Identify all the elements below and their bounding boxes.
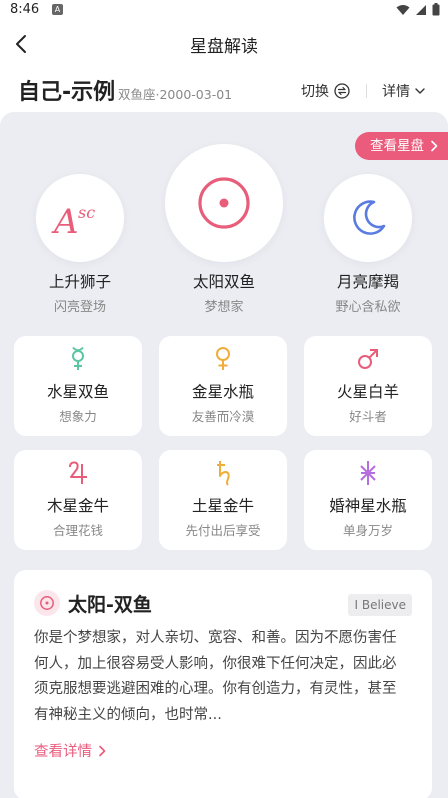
main-area: 查看星盘 A sc 上升狮子 闪亮登场 太阳双鱼 梦想家 月亮摩羯 野心含私欲 … — [0, 112, 448, 798]
battery-icon — [432, 3, 440, 16]
status-time: 8:46 — [10, 2, 40, 17]
detail-label: 详情 — [382, 84, 410, 100]
saturn-icon — [159, 460, 287, 486]
planet-card-jupiter[interactable]: 木星金牛 合理花钱 — [14, 450, 142, 550]
planet-card-saturn[interactable]: 土星金牛 先付出后享受 — [159, 450, 287, 550]
mars-icon — [304, 346, 432, 372]
sun-icon — [34, 590, 60, 616]
profile-meta: 双鱼座·2000-03-01 — [118, 87, 233, 102]
reading-text: 你是个梦想家，对人亲切、宽容、和善。因为不愿伤害任何人，加上很容易受人影响，你很… — [34, 630, 397, 723]
planet-name: 婚神星水瓶 — [329, 497, 407, 515]
ascendant-desc: 闪亮登场 — [53, 300, 106, 315]
wifi-icon — [396, 4, 410, 15]
sun-desc: 梦想家 — [204, 300, 244, 315]
chevron-down-icon — [415, 88, 425, 94]
ascendant-item[interactable]: A sc 上升狮子 闪亮登场 — [30, 174, 130, 315]
divider — [366, 84, 367, 98]
planet-card-mercury[interactable]: 水星双鱼 想象力 — [14, 336, 142, 436]
nav-bar: 星盘解读 — [0, 20, 448, 68]
planet-card-juno[interactable]: 婚神星水瓶 单身万岁 — [304, 450, 432, 550]
venus-icon — [159, 346, 287, 372]
see-more-label: 查看详情 — [34, 744, 92, 760]
switch-label: 切换 — [301, 84, 329, 100]
svg-text:sc: sc — [78, 203, 95, 222]
swap-icon — [334, 83, 350, 99]
planet-desc: 好斗者 — [349, 409, 387, 424]
status-bar: 8:46 A — [0, 0, 448, 20]
view-chart-button[interactable]: 查看星盘 — [355, 132, 448, 160]
signal-icon — [416, 4, 426, 15]
mercury-icon — [14, 346, 142, 372]
moon-name: 月亮摩羯 — [336, 273, 399, 291]
ascendant-circle: A sc — [36, 174, 124, 262]
planet-name: 火星白羊 — [336, 383, 399, 401]
chevron-right-icon — [99, 745, 106, 756]
planet-desc: 合理花钱 — [52, 523, 103, 538]
moon-item[interactable]: 月亮摩羯 野心含私欲 — [318, 174, 418, 315]
planet-name: 土星金牛 — [191, 497, 254, 515]
planet-desc: 先付出后享受 — [185, 523, 261, 538]
planet-name: 金星水瓶 — [191, 383, 254, 401]
juno-icon — [304, 460, 432, 486]
moon-icon — [353, 200, 386, 235]
page-title: 星盘解读 — [190, 37, 258, 57]
planet-desc: 友善而冷漠 — [191, 409, 255, 424]
sun-icon — [198, 177, 250, 229]
reading-title: 太阳-双鱼 — [68, 594, 152, 616]
profile-row: 自己-示例 双鱼座·2000-03-01 切换 详情 — [0, 68, 448, 112]
see-more-link[interactable]: 查看详情 — [34, 740, 106, 761]
moon-desc: 野心含私欲 — [335, 300, 401, 315]
planet-name: 木星金牛 — [46, 497, 109, 515]
believe-badge[interactable]: I Believe — [348, 594, 412, 616]
planet-card-venus[interactable]: 金星水瓶 友善而冷漠 — [159, 336, 287, 436]
notification-icon: A — [52, 4, 63, 15]
planet-desc: 想象力 — [59, 409, 97, 424]
detail-dropdown[interactable]: 详情 — [382, 81, 426, 101]
planet-name: 水星双鱼 — [46, 383, 109, 401]
switch-profile-button[interactable]: 切换 — [301, 81, 350, 101]
sun-item[interactable]: 太阳双鱼 梦想家 — [164, 144, 284, 315]
view-chart-label: 查看星盘 — [370, 138, 424, 154]
profile-name: 自己-示例 — [18, 80, 116, 105]
planet-card-mars[interactable]: 火星白羊 好斗者 — [304, 336, 432, 436]
chevron-right-icon — [431, 140, 438, 152]
ascendant-name: 上升狮子 — [48, 273, 111, 291]
sun-circle — [165, 144, 283, 262]
svg-text:A: A — [51, 202, 79, 240]
status-icons — [396, 3, 440, 16]
moon-circle — [324, 174, 412, 262]
planet-desc: 单身万岁 — [342, 523, 393, 538]
jupiter-icon — [14, 460, 142, 486]
ascendant-icon: A sc — [51, 202, 95, 240]
reading-card: 太阳-双鱼 I Believe 你是个梦想家，对人亲切、宽容、和善。因为不愿伤害… — [14, 570, 432, 798]
sun-name: 太阳双鱼 — [192, 273, 255, 291]
